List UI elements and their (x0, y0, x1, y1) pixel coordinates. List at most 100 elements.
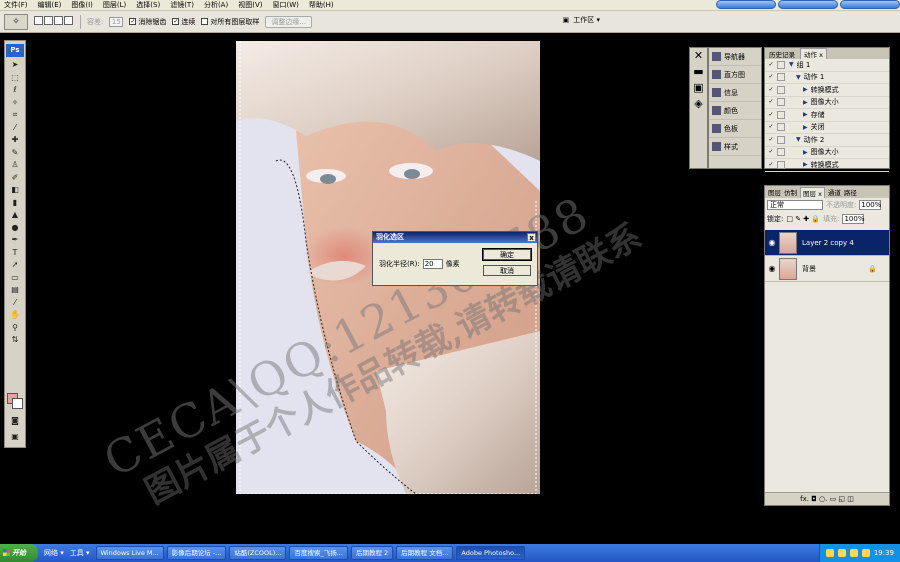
visibility-eye-icon[interactable]: ◉ (765, 264, 779, 273)
action-row[interactable]: ✓ ▶ 图像大小 (765, 147, 889, 159)
action-row[interactable]: ✓ ▶ 转换模式 (765, 84, 889, 97)
notes-tool-icon[interactable]: ▤ (5, 284, 25, 297)
magic-wand-preset-icon[interactable]: ✧ (4, 13, 28, 30)
dialog-toggle-box[interactable] (777, 148, 785, 157)
blur-tool-icon[interactable]: ▲ (5, 209, 25, 222)
action-enabled-check[interactable]: ✓ (767, 73, 775, 81)
tolerance-input[interactable]: 15 (109, 16, 124, 27)
quick-mask-icon[interactable]: ◙ (5, 415, 25, 428)
action-row[interactable]: ✓ ▼ 动作 1 (765, 72, 889, 84)
swap-colors-icon[interactable]: ⇅ (5, 334, 25, 347)
zoom-tool-icon[interactable]: ⚲ (5, 322, 25, 335)
action-enabled-check[interactable]: ✓ (767, 86, 775, 94)
path-selection-tool-icon[interactable]: ➚ (5, 259, 25, 272)
clone-icon[interactable]: ▣ (690, 80, 707, 96)
styles-shortcut[interactable]: 样式 (709, 138, 761, 156)
tab-actions[interactable]: 动作 x (800, 48, 827, 59)
palette-icon[interactable]: ◈ (690, 96, 707, 112)
brush-tool-icon[interactable]: ✎ (5, 147, 25, 160)
history-brush-tool-icon[interactable]: ✐ (5, 172, 25, 185)
pen-tool-icon[interactable]: ✒ (5, 234, 25, 247)
bridge-icon[interactable]: ▣ (563, 16, 570, 24)
collapse-triangle-icon[interactable]: ▶ (803, 99, 808, 106)
close-icon[interactable]: x (527, 233, 536, 242)
contiguous-checkbox[interactable]: ✓ 连续 (172, 17, 195, 27)
feather-radius-input[interactable]: 20 (422, 259, 443, 269)
antialias-checkbox[interactable]: ✓ 消除锯齿 (129, 17, 166, 27)
tray-icon[interactable] (825, 549, 834, 557)
hand-tool-icon[interactable]: ✋ (5, 309, 25, 322)
opacity-input[interactable]: 100% (859, 200, 881, 210)
action-row[interactable]: ✓ ▶ 转换模式 (765, 159, 889, 172)
dialog-toggle-box[interactable] (777, 123, 785, 132)
healing-tool-icon[interactable]: ✚ (5, 134, 25, 147)
quick-tools[interactable]: 工具 ▾ (70, 548, 90, 558)
marquee-tool-icon[interactable]: ⬚ (5, 72, 25, 85)
swatches-shortcut[interactable]: 色板 (709, 120, 761, 138)
menu-filter[interactable]: 滤镜(T) (170, 0, 194, 10)
tab-paths[interactable]: 路径 (844, 187, 857, 197)
task-photoshop[interactable]: Adobe Photosho... (456, 546, 526, 560)
menu-analysis[interactable]: 分析(A) (204, 0, 228, 10)
tab-channels[interactable]: 通道 (828, 187, 841, 197)
expand-triangle-icon[interactable]: ▼ (789, 61, 794, 68)
gradient-tool-icon[interactable]: ▮ (5, 197, 25, 210)
eyedropper-2-tool-icon[interactable]: ⁄ (5, 297, 25, 310)
type-tool-icon[interactable]: T (5, 247, 25, 260)
expand-triangle-icon[interactable]: ▼ (796, 74, 801, 81)
tray-icon[interactable] (861, 549, 870, 557)
menu-window[interactable]: 窗口(W) (272, 0, 298, 10)
dialog-titlebar[interactable]: 羽化选区 x (373, 232, 537, 243)
visibility-eye-icon[interactable]: ◉ (765, 238, 779, 247)
action-enabled-check[interactable]: ✓ (767, 61, 775, 69)
layer-row-layer-2-copy-4[interactable]: ◉ Layer 2 copy 4 (765, 230, 889, 256)
task-forum[interactable]: 影像后期论坛 -... (166, 546, 227, 560)
menu-view[interactable]: 视图(V) (238, 0, 262, 10)
cancel-button[interactable]: 取消 (483, 265, 531, 276)
menu-image[interactable]: 图像(I) (71, 0, 93, 10)
menu-file[interactable]: 文件(F) (4, 0, 28, 10)
tools-icon[interactable]: ✕ (690, 48, 707, 64)
action-enabled-check[interactable]: ✓ (767, 123, 775, 131)
action-enabled-check[interactable]: ✓ (767, 136, 775, 144)
dialog-toggle-box[interactable] (777, 60, 785, 69)
brushes-icon[interactable]: ▬ (690, 64, 707, 80)
info-shortcut[interactable]: 信息 (709, 84, 761, 102)
fill-input[interactable]: 100% (842, 214, 864, 224)
start-button[interactable]: 开始 (0, 544, 38, 562)
menu-select[interactable]: 选择(S) (136, 0, 160, 10)
action-enabled-check[interactable]: ✓ (767, 98, 775, 106)
collapse-triangle-icon[interactable]: ▶ (803, 124, 808, 131)
task-zcool[interactable]: 站酷(ZCOOL)... (229, 546, 287, 560)
action-row[interactable]: ✓ ▶ 关闭 (765, 122, 889, 134)
new-selection-icon[interactable] (34, 16, 43, 25)
expand-triangle-icon[interactable]: ▼ (796, 136, 801, 143)
screen-mode-icon[interactable]: ▣ (5, 431, 25, 444)
move-tool-icon[interactable]: ➤ (5, 59, 25, 72)
action-row[interactable]: ✓ ▶ 存储 (765, 109, 889, 122)
menu-layer[interactable]: 图层(L) (103, 0, 126, 10)
dialog-toggle-box[interactable] (777, 110, 785, 119)
quick-network[interactable]: 网络 ▾ (44, 548, 64, 558)
background-color-swatch[interactable] (12, 398, 23, 409)
refine-edge-button[interactable]: 调整边缘... (265, 15, 313, 28)
action-row[interactable]: ✓ ▶ 图像大小 (765, 97, 889, 109)
task-tutorial-2[interactable]: 后期教程 2 (350, 546, 394, 560)
workspace-dropdown[interactable]: 工作区 ▾ (573, 15, 600, 25)
collapse-triangle-icon[interactable]: ▶ (803, 149, 808, 156)
tab-history[interactable]: 历史记录 (769, 49, 795, 59)
tray-icon[interactable] (849, 549, 858, 557)
ok-button[interactable]: 确定 (482, 248, 532, 261)
layers-footer[interactable]: fx. ◘ ○. ▭ ◱ ◫ (765, 492, 889, 505)
collapse-triangle-icon[interactable]: ▶ (803, 161, 808, 168)
title-button[interactable] (716, 0, 776, 9)
action-enabled-check[interactable]: ✓ (767, 161, 775, 169)
dialog-toggle-box[interactable] (777, 160, 785, 169)
eraser-tool-icon[interactable]: ◧ (5, 184, 25, 197)
dodge-tool-icon[interactable]: ● (5, 222, 25, 235)
tray-icon[interactable] (837, 549, 846, 557)
color-shortcut[interactable]: 颜色 (709, 102, 761, 120)
crop-tool-icon[interactable]: ⌗ (5, 109, 25, 122)
task-tutorial-doc[interactable]: 后期教程 文档... (396, 546, 454, 560)
title-button[interactable] (840, 0, 900, 9)
